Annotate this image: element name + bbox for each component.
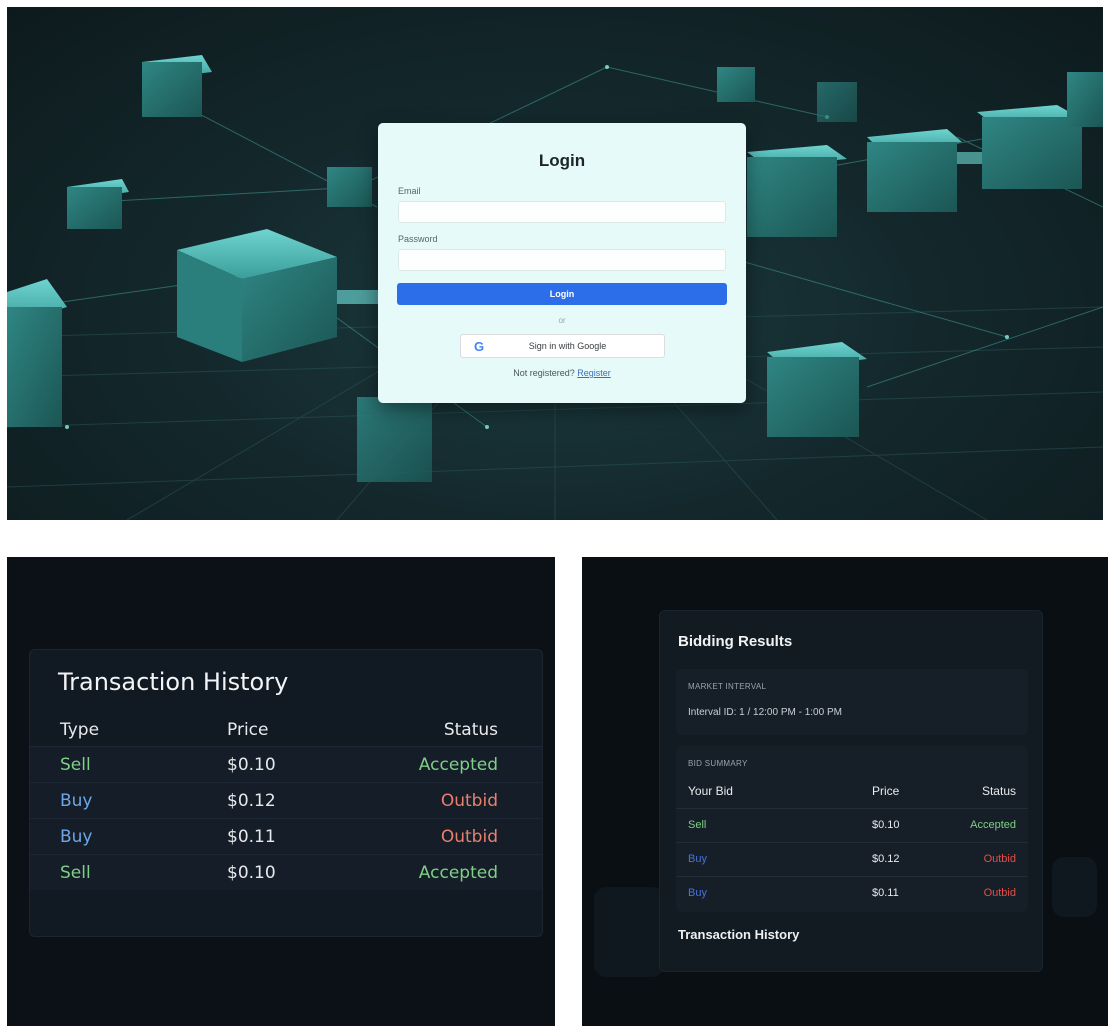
login-screenshot: Login Email Password Login or G Sign in …	[7, 7, 1103, 520]
row-bid: Buy	[688, 853, 707, 865]
row-status: Outbid	[983, 887, 1016, 899]
register-prompt: Not registered? Register	[378, 368, 746, 378]
bidding-results-title: Bidding Results	[678, 633, 793, 650]
column-header-status: Status	[981, 784, 1016, 798]
row-type: Sell	[60, 863, 91, 883]
table-row: Buy $0.12 Outbid	[676, 842, 1028, 876]
register-link[interactable]: Register	[577, 368, 611, 378]
row-bid: Sell	[688, 819, 707, 831]
email-label: Email	[398, 186, 421, 196]
table-row: Sell $0.10 Accepted	[30, 746, 542, 782]
column-header-your-bid: Your Bid	[688, 784, 733, 798]
row-price: $0.10	[227, 863, 276, 883]
transaction-history-title: Transaction History	[58, 668, 289, 696]
or-divider: or	[558, 316, 566, 325]
background-shape	[1052, 857, 1097, 917]
row-status: Outbid	[983, 853, 1016, 865]
google-icon: G	[473, 338, 485, 354]
column-header-price: Price	[872, 784, 900, 798]
row-price: $0.11	[872, 887, 899, 899]
column-header-status: Status	[443, 720, 498, 740]
register-prompt-text: Not registered?	[513, 368, 575, 378]
row-price: $0.11	[227, 827, 276, 847]
table-row: Sell $0.10 Accepted	[30, 854, 542, 890]
column-header-price: Price	[227, 720, 269, 740]
column-header-type: Type	[60, 720, 100, 740]
row-status: Accepted	[970, 819, 1016, 831]
email-input[interactable]	[398, 201, 726, 223]
table-row: Buy $0.11 Outbid	[676, 876, 1028, 910]
bidding-results-screenshot: Bidding Results MARKET INTERVAL Interval…	[582, 557, 1108, 1026]
market-interval-box: MARKET INTERVAL Interval ID: 1 / 12:00 P…	[676, 669, 1028, 735]
bidding-results-card: Bidding Results MARKET INTERVAL Interval…	[659, 610, 1043, 972]
row-type: Buy	[60, 827, 93, 847]
row-status: Accepted	[418, 755, 498, 775]
row-status: Outbid	[440, 827, 498, 847]
market-interval-label: MARKET INTERVAL	[688, 682, 767, 691]
password-input[interactable]	[398, 249, 726, 271]
login-title: Login	[538, 151, 586, 170]
row-price: $0.10	[872, 819, 900, 831]
row-type: Sell	[60, 755, 91, 775]
google-sign-in-label: Sign in with Google	[528, 341, 607, 351]
transaction-history-heading: Transaction History	[678, 927, 800, 942]
table-row: Buy $0.12 Outbid	[30, 782, 542, 818]
login-button[interactable]: Login	[397, 283, 727, 305]
google-sign-in-button[interactable]: G Sign in with Google	[460, 334, 665, 358]
transaction-history-screenshot: Transaction History Type Price Status Se…	[7, 557, 555, 1026]
row-type: Buy	[60, 791, 93, 811]
row-price: $0.12	[872, 853, 900, 865]
bid-summary-label: BID SUMMARY	[688, 759, 748, 768]
table-row: Sell $0.10 Accepted	[676, 808, 1028, 842]
background-shape	[594, 887, 664, 977]
row-status: Accepted	[418, 863, 498, 883]
row-price: $0.10	[227, 755, 276, 775]
table-header: Type Price Status	[30, 712, 542, 748]
interval-text: Interval ID: 1 / 12:00 PM - 1:00 PM	[688, 707, 842, 718]
password-label: Password	[398, 234, 438, 244]
login-card: Login Email Password Login or G Sign in …	[378, 123, 746, 403]
row-status: Outbid	[440, 791, 498, 811]
bid-summary-box: BID SUMMARY Your Bid Price Status Sell $…	[676, 746, 1028, 912]
table-row: Buy $0.11 Outbid	[30, 818, 542, 854]
row-bid: Buy	[688, 887, 707, 899]
transaction-history-card: Transaction History Type Price Status Se…	[29, 649, 543, 937]
row-price: $0.12	[227, 791, 276, 811]
